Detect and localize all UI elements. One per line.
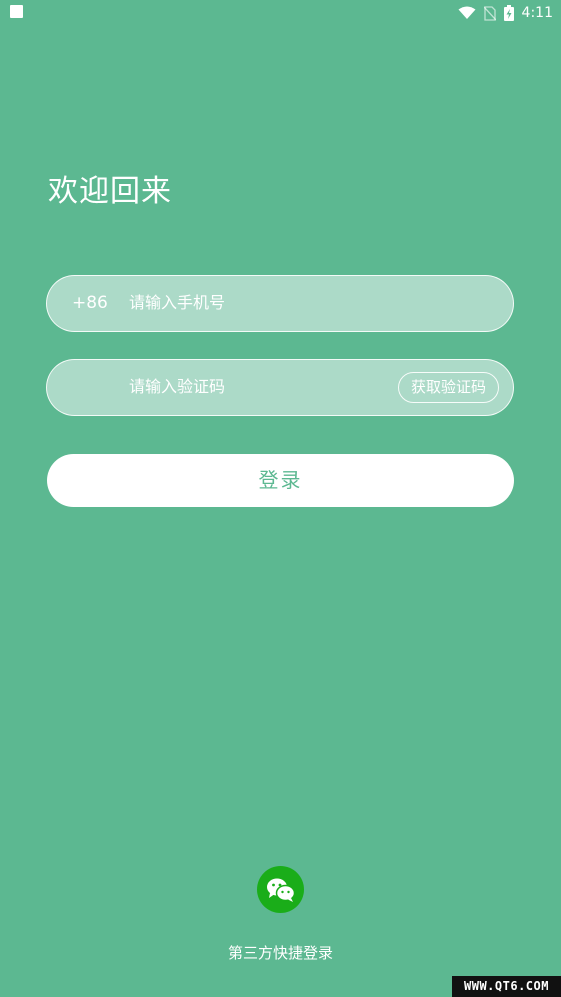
- phone-field[interactable]: +86: [46, 275, 514, 332]
- no-sim-icon: [483, 5, 496, 21]
- notification-square-icon: [10, 5, 23, 18]
- page-title: 欢迎回来: [48, 174, 172, 209]
- status-bar: 4:11: [0, 0, 561, 26]
- status-icons: 4:11: [458, 3, 553, 23]
- wechat-login-button[interactable]: [257, 866, 304, 913]
- wifi-icon: [458, 6, 476, 19]
- phone-input[interactable]: [129, 276, 379, 331]
- verification-code-field[interactable]: 获取验证码: [46, 359, 514, 416]
- status-time: 4:11: [521, 5, 553, 21]
- country-code-prefix[interactable]: +86: [72, 276, 108, 333]
- get-code-button[interactable]: 获取验证码: [397, 372, 499, 403]
- login-button[interactable]: 登录: [47, 454, 514, 507]
- wechat-icon: [266, 878, 295, 902]
- third-party-login-label: 第三方快捷登录: [227, 944, 333, 962]
- site-watermark: WWW.QT6.COM: [452, 976, 561, 997]
- verification-code-input[interactable]: [129, 360, 379, 415]
- battery-charging-icon: [503, 5, 514, 21]
